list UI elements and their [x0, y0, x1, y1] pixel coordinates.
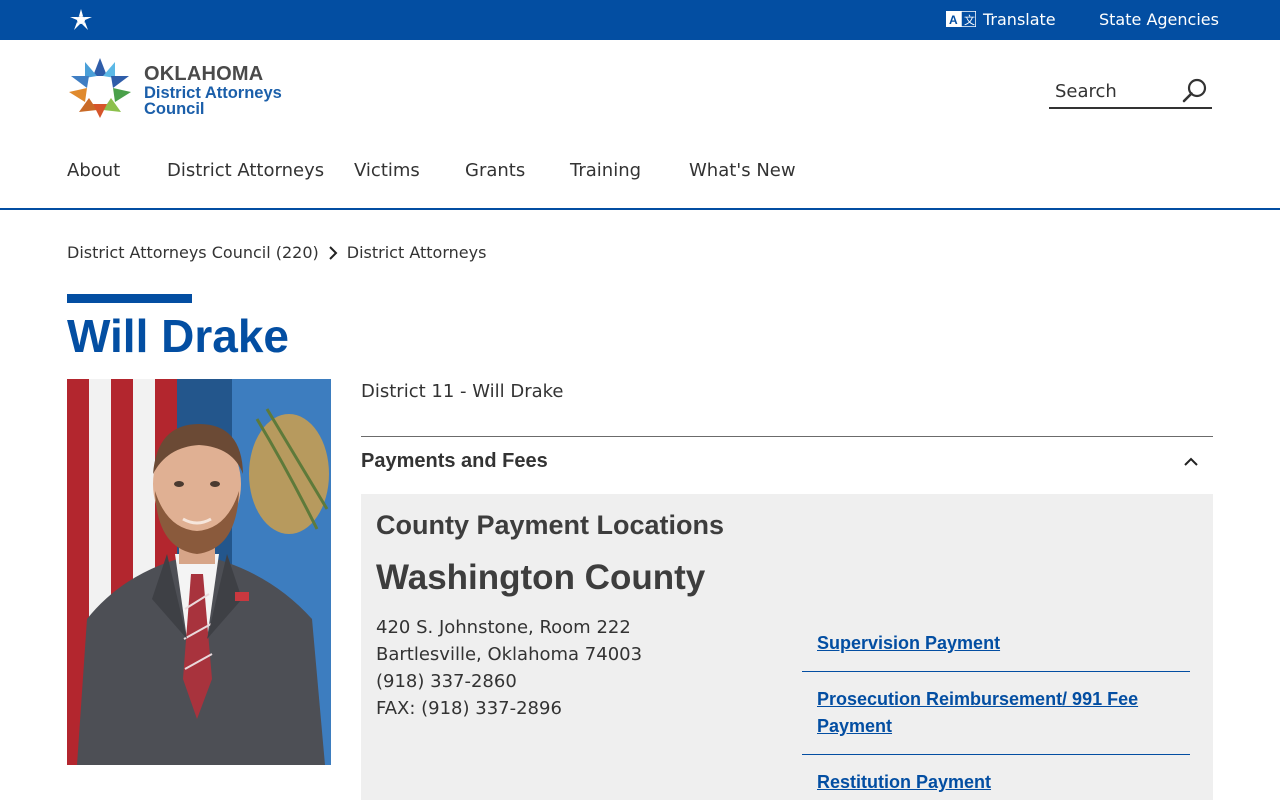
- oklahoma-star-icon[interactable]: [70, 9, 92, 31]
- address-city: Bartlesville, Oklahoma 74003: [376, 644, 643, 665]
- logo-line-2: District Attorneys: [144, 84, 282, 102]
- nav-item-grants[interactable]: Grants: [465, 160, 525, 181]
- translate-label: Translate: [983, 9, 1056, 29]
- chevron-right-icon: [329, 246, 338, 260]
- address-street: 420 S. Johnstone, Room 222: [376, 617, 631, 638]
- svg-text:文: 文: [964, 13, 975, 27]
- utility-bar: A 文 Translate State Agencies: [0, 0, 1280, 40]
- search-placeholder: Search: [1055, 81, 1117, 102]
- nav-item-about[interactable]: About: [67, 160, 120, 181]
- address-fax: FAX: (918) 337-2896: [376, 698, 562, 719]
- nav-item-victims[interactable]: Victims: [354, 160, 420, 181]
- breadcrumb-item-council[interactable]: District Attorneys Council (220): [67, 243, 319, 262]
- district-label: District 11 - Will Drake: [361, 381, 564, 402]
- county-heading: Washington County: [376, 558, 706, 597]
- accordion-panel: County Payment Locations Washington Coun…: [361, 494, 1213, 800]
- state-agencies-label: State Agencies: [1099, 9, 1219, 29]
- star-logo-icon: [69, 58, 131, 118]
- address-phone: (918) 337-2860: [376, 671, 517, 692]
- chevron-up-icon[interactable]: [1183, 454, 1199, 470]
- accordion-title: Payments and Fees: [361, 450, 548, 472]
- supervision-payment-link[interactable]: Supervision Payment: [802, 616, 1190, 672]
- nav-item-district-attorneys[interactable]: District Attorneys: [167, 160, 324, 181]
- accordion-payments-fees[interactable]: Payments and Fees: [361, 436, 1213, 488]
- portrait-illustration: [67, 379, 331, 765]
- nav-item-whats-new[interactable]: What's New: [689, 160, 796, 181]
- prosecution-reimbursement-link[interactable]: Prosecution Reimbursement/ 991 Fee Payme…: [802, 672, 1190, 755]
- payment-locations-heading: County Payment Locations: [376, 510, 725, 540]
- state-agencies-link[interactable]: State Agencies: [1099, 8, 1219, 30]
- portrait-photo: [67, 379, 331, 765]
- payment-links-list: Supervision Payment Prosecution Reimburs…: [802, 616, 1190, 800]
- translate-icon: A 文: [946, 11, 976, 27]
- nav-item-training[interactable]: Training: [570, 160, 641, 181]
- restitution-payment-link[interactable]: Restitution Payment: [802, 755, 1190, 800]
- page-title: Will Drake: [67, 310, 290, 362]
- site-logo[interactable]: OKLAHOMA District Attorneys Council: [67, 54, 307, 120]
- title-accent-bar: [67, 294, 192, 303]
- search-icon[interactable]: [1182, 78, 1208, 104]
- county-address: 420 S. Johnstone, Room 222 Bartlesville,…: [376, 614, 642, 722]
- breadcrumb-item-district-attorneys[interactable]: District Attorneys: [347, 243, 487, 262]
- logo-line-3: Council: [144, 100, 205, 118]
- logo-line-1: OKLAHOMA: [144, 63, 264, 85]
- svg-text:A: A: [949, 13, 958, 27]
- search-input[interactable]: Search: [1049, 72, 1212, 109]
- main-nav: About District Attorneys Victims Grants …: [0, 150, 1280, 210]
- translate-button[interactable]: A 文 Translate: [946, 8, 1056, 30]
- breadcrumb: District Attorneys Council (220) Distric…: [67, 241, 486, 263]
